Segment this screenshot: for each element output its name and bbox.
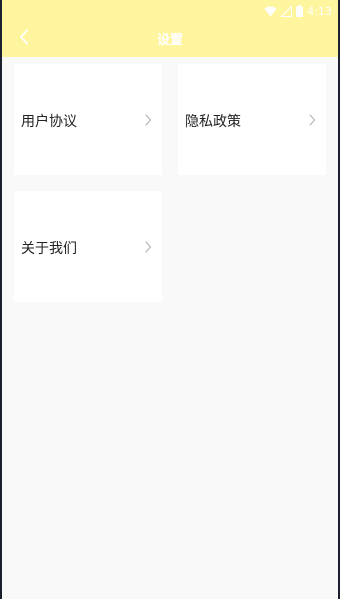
app-header: 4:13 设置	[2, 0, 338, 57]
chevron-right-icon	[143, 240, 153, 254]
signal-icon	[281, 5, 293, 17]
status-time: 4:13	[307, 4, 332, 18]
wifi-icon	[264, 5, 277, 17]
about-us-item[interactable]: 关于我们	[14, 191, 162, 302]
status-bar: 4:13	[264, 2, 332, 20]
chevron-right-icon	[307, 113, 317, 127]
page-title: 设置	[156, 33, 183, 48]
user-agreement-label: 用户协议	[21, 114, 77, 130]
chevron-right-icon	[143, 113, 153, 127]
privacy-policy-label: 隐私政策	[185, 114, 241, 130]
nav-bar: 设置	[2, 20, 338, 57]
battery-icon	[296, 5, 304, 17]
settings-screen: 4:13 设置 用户协议 隐私政策 关于我们	[2, 0, 338, 599]
user-agreement-item[interactable]: 用户协议	[14, 64, 162, 175]
about-us-label: 关于我们	[21, 241, 77, 257]
privacy-policy-item[interactable]: 隐私政策	[178, 64, 326, 175]
